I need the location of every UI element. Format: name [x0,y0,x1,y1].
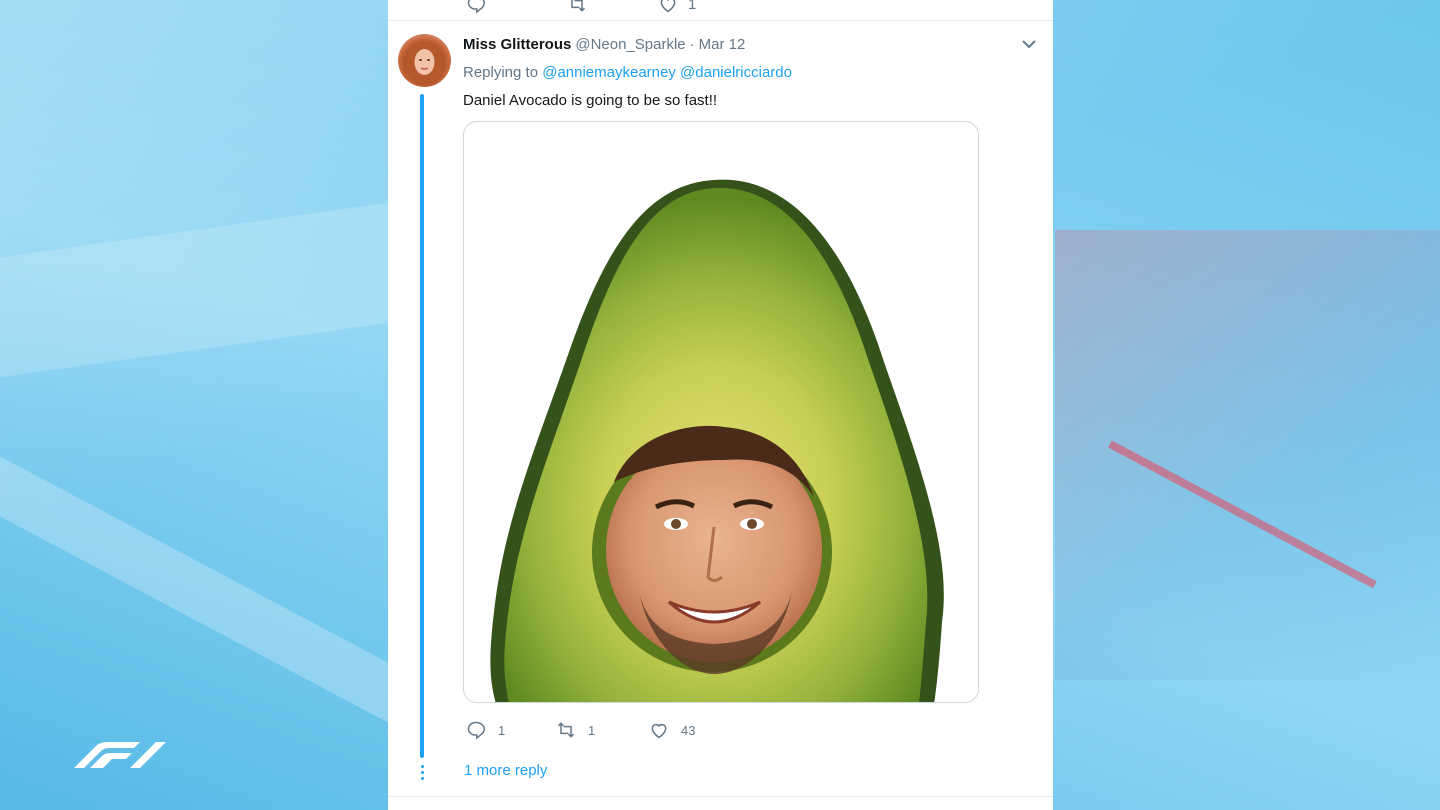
mention-link[interactable]: @danielricciardo [680,64,792,81]
replying-to-label: Replying to [463,64,539,81]
previous-like-action[interactable]: 1 [658,0,696,14]
reply-icon [467,721,486,740]
tweet-image[interactable] [463,121,979,703]
background-shape [1055,230,1440,680]
divider [388,20,1053,21]
reply-icon [467,0,486,14]
tweet-header: Miss Glitterous @Neon_Sparkle · Mar 12 [463,36,745,53]
previous-retweet-action[interactable] [566,0,588,14]
separator-dot: · [689,36,695,53]
tweet-text: Daniel Avocado is going to be so fast!! [463,92,718,109]
retweet-icon [557,722,575,738]
mention-link[interactable]: @anniemaykearney [542,64,676,81]
retweet-count: 1 [588,722,596,738]
previous-reply-action[interactable] [466,0,496,14]
previous-like-count: 1 [688,0,697,13]
divider [388,796,1053,797]
chevron-down-icon[interactable] [1021,38,1037,50]
avatar[interactable] [398,34,451,87]
display-name[interactable]: Miss Glitterous [463,36,571,53]
thread-dots [420,765,424,783]
tweet-date[interactable]: Mar 12 [699,36,746,53]
reply-action[interactable]: 1 [466,720,556,740]
reply-count: 1 [498,722,506,738]
retweet-icon [569,0,586,12]
previous-tweet-actions: 1 [466,0,696,14]
f1-logo [74,742,166,768]
retweet-action[interactable]: 1 [556,720,649,740]
thread-line [420,94,424,758]
more-replies-link[interactable]: 1 more reply [464,762,547,779]
tweet-panel: 1 Miss Glitterous @Neon_Sparkle · Mar 12… [388,0,1053,810]
replying-to: Replying to @anniemaykearney @danielricc… [463,64,792,81]
like-action[interactable]: 43 [649,720,695,740]
like-count: 43 [681,722,696,738]
heart-icon [651,723,667,739]
user-handle[interactable]: @Neon_Sparkle [575,36,685,53]
tweet-actions: 1 1 43 [466,720,695,740]
heart-icon [660,0,676,13]
